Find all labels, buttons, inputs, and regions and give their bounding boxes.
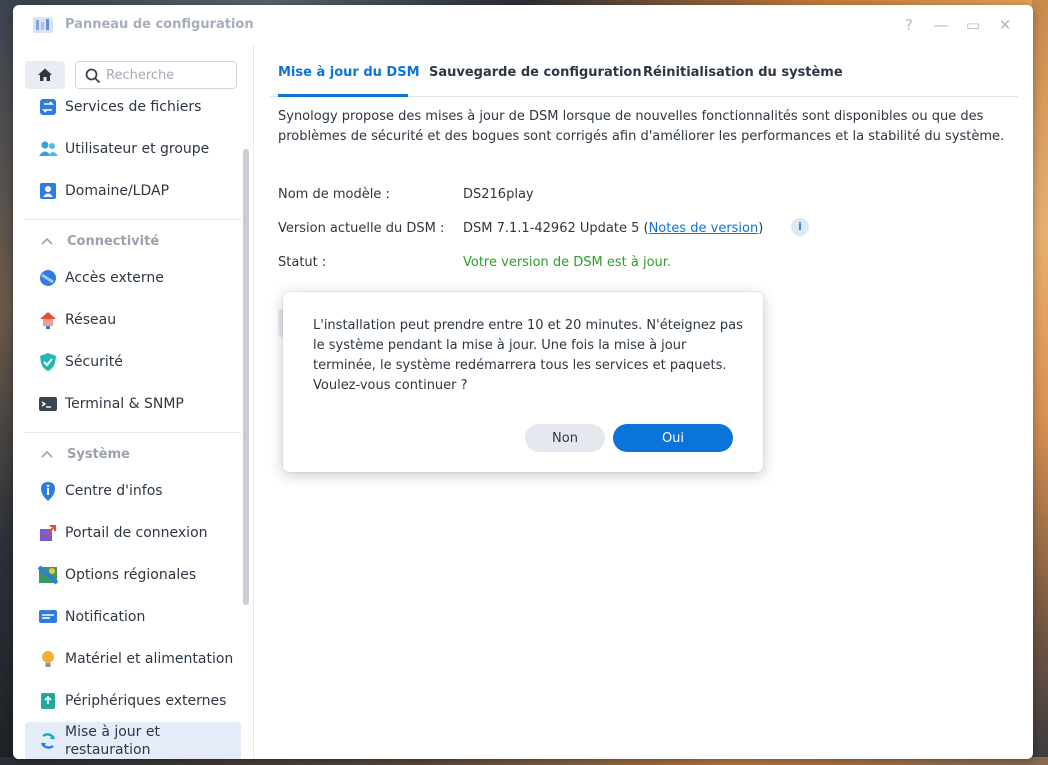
version-suffix: )	[758, 221, 764, 236]
notification-icon	[37, 606, 59, 628]
sidebar-item-notification[interactable]: Notification	[25, 599, 241, 635]
close-icon[interactable]: ✕	[995, 15, 1015, 35]
window-title: Panneau de configuration	[65, 17, 254, 32]
sidebar-item-label: Options régionales	[65, 567, 197, 583]
model-value: DS216play	[463, 187, 534, 202]
sidebar-item-label: Portail de connexion	[65, 525, 208, 541]
users-icon	[37, 138, 59, 160]
section-title: Connectivité	[67, 233, 160, 249]
sidebar-item-security[interactable]: Sécurité	[25, 344, 241, 380]
minimize-icon[interactable]: —	[931, 15, 951, 35]
info-center-icon	[37, 480, 59, 502]
regional-options-icon	[37, 564, 59, 586]
update-description: Synology propose des mises à jour de DSM…	[278, 109, 1005, 144]
tab-config-backup[interactable]: Sauvegarde de configuration	[429, 65, 642, 80]
chevron-up-icon	[41, 237, 53, 245]
sidebar-divider	[25, 219, 241, 220]
sidebar-item-file-services[interactable]: Services de fichiers	[25, 89, 241, 125]
section-title: Système	[67, 446, 130, 462]
status-value: Votre version de DSM est à jour.	[463, 255, 672, 270]
dialog-message: L'installation peut prendre entre 10 et …	[313, 318, 743, 393]
home-icon	[38, 68, 52, 81]
search-icon	[85, 68, 101, 84]
sidebar-item-users[interactable]: Utilisateur et groupe	[25, 131, 241, 167]
sidebar-item-label: Périphériques externes	[65, 693, 227, 709]
sidebar-scrollbar[interactable]	[243, 149, 249, 605]
info-icon[interactable]: i	[791, 218, 809, 236]
maximize-icon[interactable]: ▭	[963, 15, 983, 35]
update-restore-icon	[37, 730, 59, 752]
domain-icon	[37, 180, 59, 202]
model-label: Nom de modèle :	[278, 187, 390, 202]
sidebar-item-label: Domaine/LDAP	[65, 183, 170, 199]
sidebar-item-label: Réseau	[65, 312, 117, 328]
control-panel-app-icon	[31, 13, 55, 37]
sidebar-item-domain[interactable]: Domaine/LDAP	[25, 173, 241, 209]
home-button[interactable]	[25, 61, 65, 89]
sidebar-item-label: Centre d'infos	[65, 483, 163, 499]
chevron-up-icon	[41, 450, 53, 458]
desktop-wallpaper-right	[1032, 0, 1048, 765]
tab-dsm-update[interactable]: Mise à jour du DSM	[278, 65, 420, 80]
sidebar: Services de fichiers Utilisateur et grou…	[13, 45, 254, 759]
sidebar-item-regional-options[interactable]: Options régionales	[25, 557, 241, 593]
search-input[interactable]	[106, 65, 231, 85]
security-shield-icon	[37, 351, 59, 373]
search-field[interactable]	[75, 61, 237, 89]
terminal-icon	[37, 393, 59, 415]
login-portal-icon	[37, 522, 59, 544]
sidebar-item-label: Notification	[65, 609, 146, 625]
tab-system-reset[interactable]: Réinitialisation du système	[643, 65, 843, 80]
status-label: Statut :	[278, 255, 327, 270]
confirmation-dialog: L'installation peut prendre entre 10 et …	[283, 292, 763, 472]
sidebar-item-label: Utilisateur et groupe	[65, 141, 210, 157]
sidebar-item-info-center[interactable]: Centre d'infos	[25, 473, 241, 509]
section-header-system[interactable]: Système	[25, 438, 241, 470]
sidebar-item-update-restore[interactable]: Mise à jour et restauration	[25, 722, 241, 759]
title-bar[interactable]: Panneau de configuration ? — ▭ ✕	[13, 5, 1033, 45]
active-tab-indicator	[278, 94, 408, 97]
sidebar-divider	[25, 432, 241, 433]
sidebar-item-label: Matériel et alimentation	[65, 651, 234, 667]
version-value: DSM 7.1.1-42962 Update 5 (	[463, 221, 649, 236]
sidebar-item-external-access[interactable]: Accès externe	[25, 260, 241, 296]
yes-button[interactable]: Oui	[613, 424, 733, 452]
sidebar-item-network[interactable]: Réseau	[25, 302, 241, 338]
sidebar-item-label: Mise à jour et restauration	[65, 724, 160, 758]
hardware-power-icon	[37, 648, 59, 670]
network-icon	[37, 309, 59, 331]
version-label: Version actuelle du DSM :	[278, 221, 445, 236]
sidebar-item-label: Services de fichiers	[65, 99, 202, 115]
sidebar-item-terminal[interactable]: Terminal & SNMP	[25, 386, 241, 422]
desktop-wallpaper-left	[0, 0, 14, 765]
external-devices-icon	[37, 690, 59, 712]
sidebar-item-hardware-power[interactable]: Matériel et alimentation	[25, 641, 241, 677]
sidebar-item-external-devices[interactable]: Périphériques externes	[25, 683, 241, 719]
sidebar-item-label: Accès externe	[65, 270, 164, 286]
section-header-connectivity[interactable]: Connectivité	[25, 225, 241, 257]
no-button[interactable]: Non	[525, 424, 605, 452]
file-services-icon	[37, 96, 59, 118]
sidebar-item-login-portal[interactable]: Portail de connexion	[25, 515, 241, 551]
tab-bar: Mise à jour du DSM Sauvegarde de configu…	[270, 61, 1018, 97]
version-value-row: DSM 7.1.1-42962 Update 5 (Notes de versi…	[463, 221, 763, 236]
help-icon[interactable]: ?	[899, 15, 919, 35]
sidebar-item-label: Sécurité	[65, 354, 123, 370]
release-notes-link[interactable]: Notes de version	[649, 221, 759, 236]
external-access-icon	[37, 267, 59, 289]
sidebar-item-label: Terminal & SNMP	[65, 396, 184, 412]
